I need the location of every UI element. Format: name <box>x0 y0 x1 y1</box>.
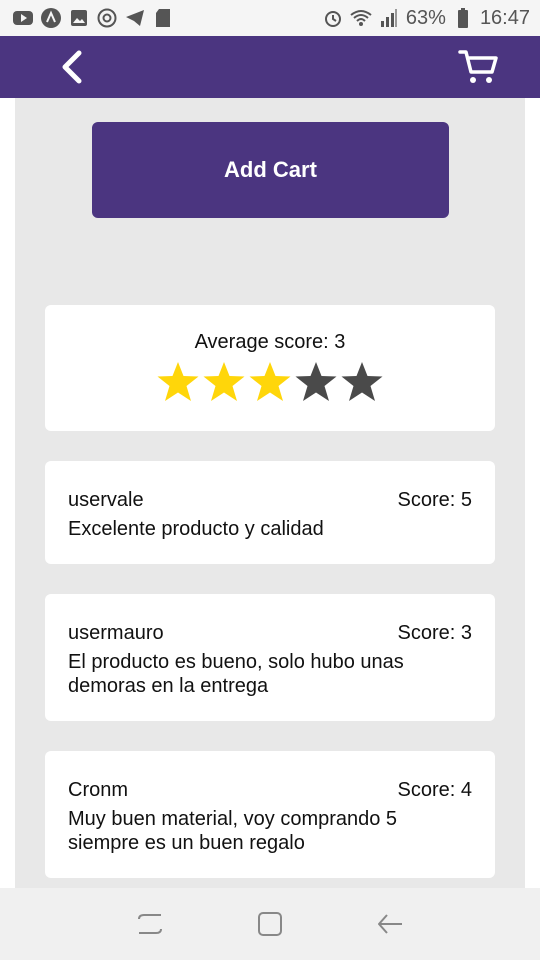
review-text: Excelente producto y calidad <box>68 518 324 540</box>
review-score: Score: 4 <box>397 779 472 801</box>
average-score-card: Average score: 3 <box>45 305 495 431</box>
arc-icon <box>40 7 62 29</box>
status-bar: 63% 16:47 <box>0 0 540 36</box>
product-panel: Add Cart Average score: 3 uservale Score… <box>15 98 525 888</box>
alarm-icon <box>322 7 344 29</box>
review-card: Cronm Score: 4 Muy buen material, voy co… <box>45 751 495 878</box>
recent-apps-icon[interactable] <box>125 899 175 949</box>
review-user: Cronm <box>68 779 129 801</box>
sd-card-icon <box>152 7 174 29</box>
home-icon[interactable] <box>245 899 295 949</box>
chrome-icon <box>96 7 118 29</box>
review-text: El producto es bueno, solo hubo unas dem… <box>68 651 404 697</box>
review-user: usermauro <box>68 622 164 644</box>
status-left-icons <box>12 7 174 29</box>
review-score: Score: 3 <box>397 622 472 644</box>
star-rating <box>68 360 472 404</box>
app-bar <box>0 36 540 98</box>
review-card: uservale Score: 5 Excelente producto y c… <box>45 461 495 564</box>
review-score: Score: 5 <box>397 489 472 511</box>
system-nav-bar <box>0 888 540 960</box>
status-right-icons: 63% 16:47 <box>322 7 530 30</box>
star-empty-icon <box>339 360 385 404</box>
review-user: uservale <box>68 489 144 511</box>
battery-icon <box>452 7 474 29</box>
battery-percent: 63% <box>405 6 446 29</box>
cart-icon[interactable] <box>456 45 500 89</box>
content-area: Add Cart Average score: 3 uservale Score… <box>0 98 540 888</box>
star-filled-icon <box>155 360 201 404</box>
clock: 16:47 <box>479 6 530 29</box>
star-filled-icon <box>247 360 293 404</box>
wifi-icon <box>350 7 372 29</box>
star-empty-icon <box>293 360 339 404</box>
telegram-icon <box>124 7 146 29</box>
review-text: Muy buen material, voy comprando 5 siemp… <box>68 808 398 854</box>
image-icon <box>68 7 90 29</box>
back-icon[interactable] <box>365 899 415 949</box>
review-card: usermauro Score: 3 El producto es bueno,… <box>45 594 495 721</box>
add-cart-button[interactable]: Add Cart <box>92 122 449 218</box>
average-score-label: Average score: 3 <box>194 331 346 353</box>
youtube-icon <box>12 7 34 29</box>
chevron-left-icon[interactable] <box>50 45 94 89</box>
star-filled-icon <box>201 360 247 404</box>
signal-icon <box>378 7 400 29</box>
